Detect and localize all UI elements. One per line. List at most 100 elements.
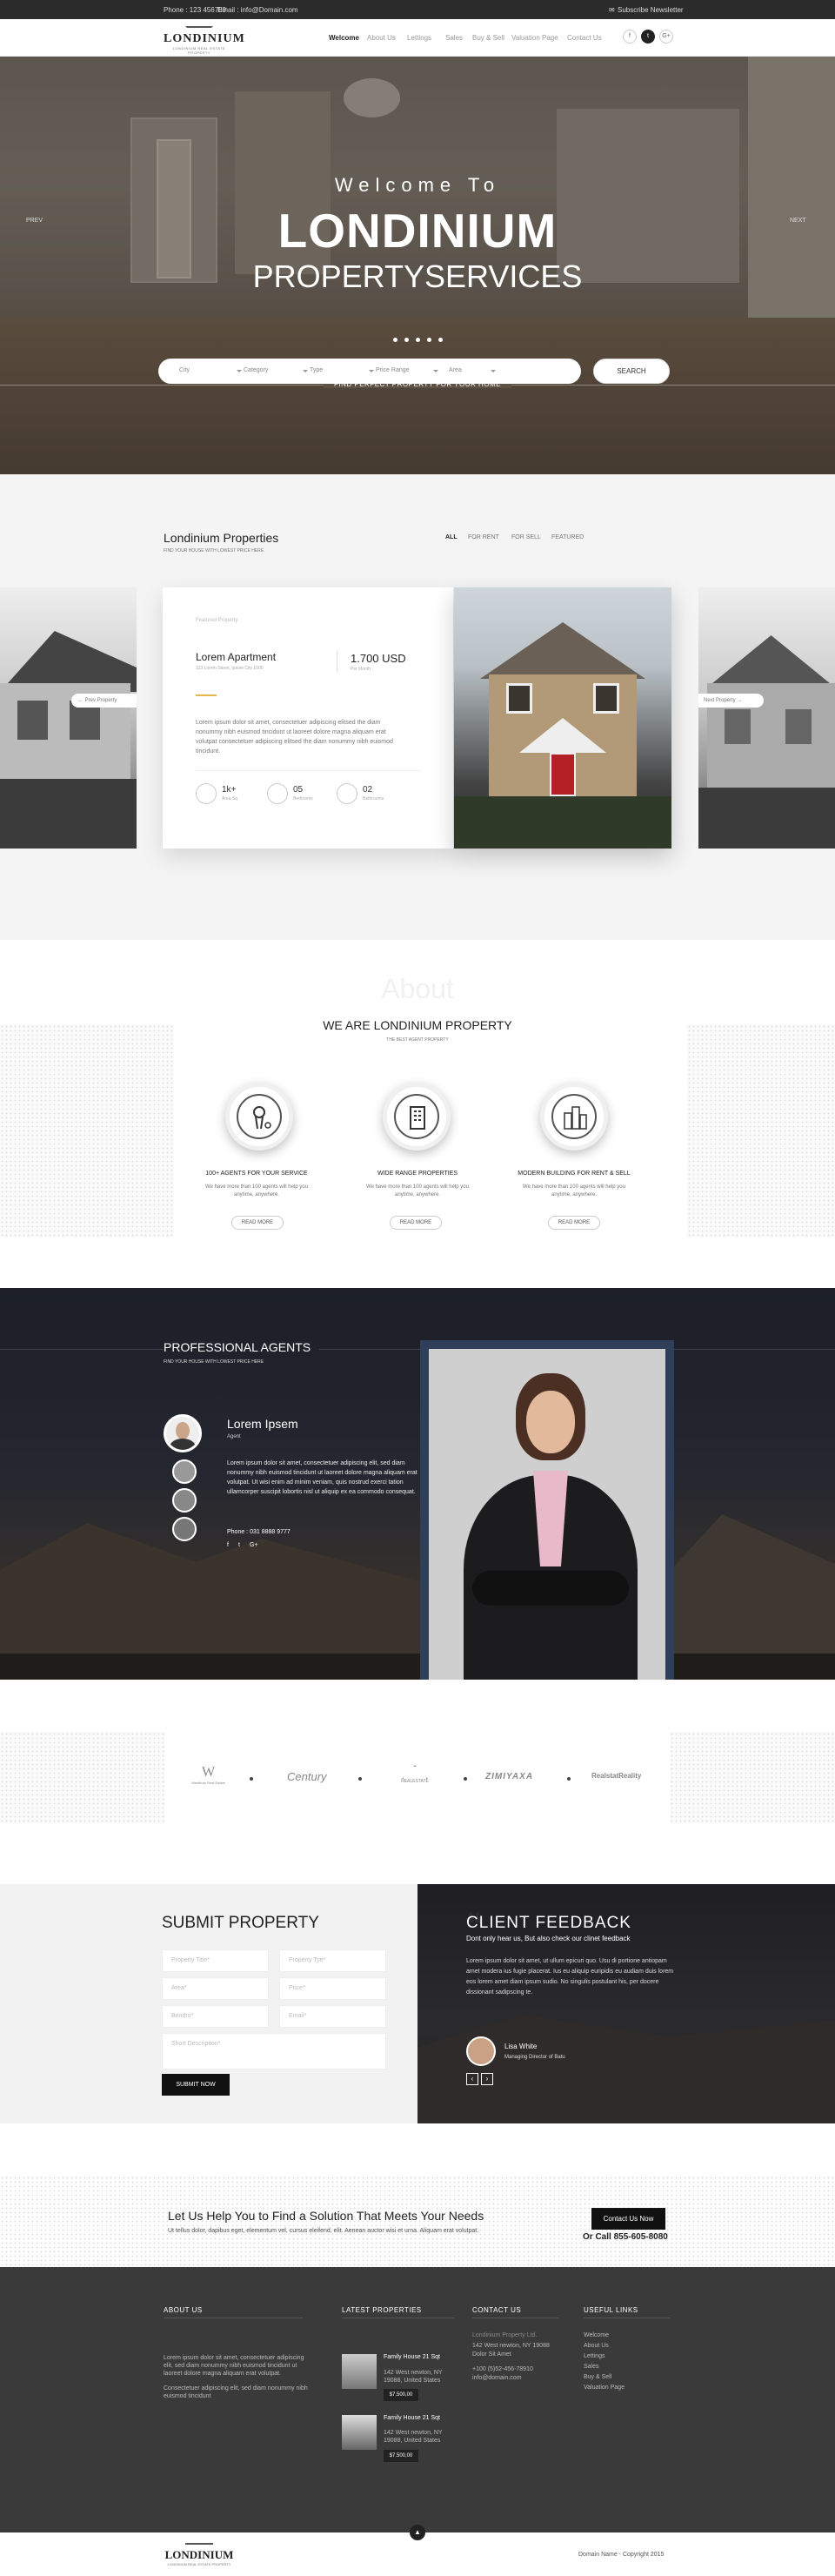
partner-separator xyxy=(250,1777,253,1781)
footer-latest-title: LATEST PROPERTIES xyxy=(342,2306,422,2314)
partners-pattern-right xyxy=(670,1732,835,1823)
twitter-icon[interactable]: t xyxy=(641,30,655,44)
partner-name-westbury: Westbury Real Estate xyxy=(191,1781,225,1785)
logo-tagline: LONDINIUM REAL ESTATE PROPERTY xyxy=(172,46,226,55)
about-section: About WE ARE LONDINIUM PROPERTY THE BEST… xyxy=(0,940,835,1288)
agent-avatar-active[interactable] xyxy=(164,1414,202,1452)
search-button[interactable]: SEARCH xyxy=(593,359,670,384)
partner-logo-realstat[interactable]: RealstatReality xyxy=(591,1772,641,1780)
latest-property-2-name[interactable]: Family House 21 Sqt xyxy=(384,2415,440,2421)
partner-logo-realestate[interactable]: REALESTATE xyxy=(393,1765,437,1784)
filter-rent[interactable]: FOR RENT xyxy=(468,534,499,540)
about-subtitle: THE BEST AGENT PROPERTY xyxy=(386,1037,449,1043)
client-name: Lisa White xyxy=(504,2043,538,2050)
property-title-input[interactable]: Property Title* xyxy=(162,1949,269,1972)
partner-logo-zimiyaxa[interactable]: ZIMIYAXA xyxy=(485,1772,533,1781)
latest-property-1-name[interactable]: Family House 21 Sqt xyxy=(384,2354,440,2360)
search-area[interactable]: Area xyxy=(449,367,462,373)
agent-google-icon[interactable]: G+ xyxy=(250,1542,258,1548)
bedrooms-input[interactable]: Bendro* xyxy=(162,2005,269,2028)
feature-1-text: We have more than 100 agents will help y… xyxy=(205,1184,308,1197)
nav-sales[interactable]: Sales xyxy=(445,34,463,42)
next-property-image[interactable] xyxy=(698,587,835,849)
facebook-icon[interactable]: f xyxy=(623,30,637,44)
google-plus-icon[interactable]: G+ xyxy=(659,30,673,44)
feedback-next-button[interactable]: › xyxy=(481,2073,493,2085)
search-category[interactable]: Category xyxy=(244,367,268,373)
chevron-down-icon xyxy=(491,370,496,372)
footer-about-text: Lorem ipsum dolor sit amet, consectetuer… xyxy=(164,2355,304,2377)
search-type[interactable]: Type xyxy=(310,367,323,373)
partner-separator xyxy=(567,1777,571,1781)
slider-dots[interactable] xyxy=(0,338,835,342)
footer-link-sales[interactable]: Sales xyxy=(584,2364,599,2370)
property-name[interactable]: Lorem Apartment xyxy=(196,651,276,663)
topbar-email[interactable]: Email : info@Domain.com xyxy=(217,6,298,14)
search-price[interactable]: Price Range xyxy=(376,367,410,373)
hero-next[interactable]: NEXT xyxy=(790,218,806,224)
latest-property-2-image[interactable] xyxy=(342,2415,377,2450)
partner-logo-westbury[interactable]: W Westbury Real Estate xyxy=(184,1765,232,1785)
feature-1-read-more[interactable]: READ MORE xyxy=(231,1216,284,1230)
feature-2-read-more[interactable]: READ MORE xyxy=(390,1216,442,1230)
contact-us-button[interactable]: Contact Us Now xyxy=(591,2208,665,2230)
footer-logo[interactable]: LONDINIUM LONDINIUM REAL ESTATE PROPERTY xyxy=(164,2543,235,2566)
filter-featured[interactable]: FEATURED xyxy=(551,534,584,540)
footer-link-buy-sell[interactable]: Buy & Sell xyxy=(584,2374,611,2380)
feature-3-text: We have more than 100 agents will help y… xyxy=(523,1184,625,1197)
partner-logo-century[interactable]: Century xyxy=(287,1770,327,1783)
featured-property-image[interactable] xyxy=(454,587,671,849)
stats-divider xyxy=(196,770,420,771)
nav-lettings[interactable]: Lettings xyxy=(407,34,431,42)
back-to-top-button[interactable]: ▲ xyxy=(410,2525,425,2540)
agent-bio: Lorem ipsum dolor sit amet, consectetuer… xyxy=(227,1460,418,1495)
submit-button[interactable]: SUBMIT NOW xyxy=(162,2074,230,2096)
contact-address-2: Dolor Sit Amet xyxy=(472,2351,511,2358)
hero-subtitle: PROPERTYSERVICES xyxy=(252,258,583,294)
area-input[interactable]: Area* xyxy=(162,1977,269,2000)
footer-link-about[interactable]: About Us xyxy=(584,2343,609,2349)
contact-phone: +100 (5)52-456-78910 xyxy=(472,2366,533,2372)
footer-link-valuation[interactable]: Valuation Page xyxy=(584,2385,625,2391)
agent-avatar-2[interactable] xyxy=(172,1459,197,1484)
property-type-input[interactable]: Property Tye* xyxy=(279,1949,386,1972)
property-description: Lorem ipsum dolor sit amet, consectetuer… xyxy=(196,720,393,755)
search-city[interactable]: City xyxy=(179,367,190,373)
agent-role: Agent xyxy=(227,1434,241,1439)
description-textarea[interactable]: Short Description* xyxy=(162,2033,386,2070)
latest-property-1-image[interactable] xyxy=(342,2354,377,2389)
next-property-button[interactable]: Next Property → xyxy=(698,694,764,708)
nav-valuation[interactable]: Valuation Page xyxy=(511,34,558,42)
feedback-bg-house xyxy=(418,2015,835,2123)
agent-avatar-4[interactable] xyxy=(172,1517,197,1541)
about-watermark: About xyxy=(381,973,454,1004)
agents-feature-icon xyxy=(225,1083,293,1150)
nav-buy-sell[interactable]: Buy & Sell xyxy=(472,34,504,42)
client-avatar xyxy=(466,2036,496,2066)
agent-avatar-3[interactable] xyxy=(172,1488,197,1513)
nav-about[interactable]: About Us xyxy=(367,34,396,42)
contact-email[interactable]: info@domain.com xyxy=(472,2375,522,2381)
hero-welcome: Welcome To xyxy=(334,174,501,196)
filter-all[interactable]: ALL xyxy=(445,534,458,540)
newsletter-link[interactable]: Subscribe Newsletter xyxy=(618,6,684,14)
prev-property-image[interactable] xyxy=(0,587,137,849)
partners-section: W Westbury Real Estate Century REALESTATE… xyxy=(0,1732,835,1823)
feedback-prev-button[interactable]: ‹ xyxy=(466,2073,478,2085)
footer-link-welcome[interactable]: Welcome xyxy=(584,2332,609,2338)
feature-3-read-more[interactable]: READ MORE xyxy=(548,1216,600,1230)
arrow-left-icon: ← xyxy=(78,698,84,703)
price-input[interactable]: Price* xyxy=(279,1977,386,2000)
logo[interactable]: LONDINIUM LONDINIUM REAL ESTATE PROPERTY xyxy=(164,26,244,55)
email-input[interactable]: Email* xyxy=(279,2005,386,2028)
prev-property-button[interactable]: ← Prev Property xyxy=(71,694,137,708)
footer-link-lettings[interactable]: Lettings xyxy=(584,2353,605,2359)
filter-sell[interactable]: FOR SELL xyxy=(511,534,541,540)
agent-twitter-icon[interactable]: t xyxy=(238,1542,240,1548)
nav-contact[interactable]: Contact Us xyxy=(567,34,602,42)
nav-welcome[interactable]: Welcome xyxy=(329,34,359,42)
hero-prev[interactable]: PREV xyxy=(26,218,43,224)
agent-facebook-icon[interactable]: f xyxy=(227,1542,229,1548)
property-price: 1.700 USD xyxy=(351,652,406,665)
copyright: Domain Name - Copyright 2015 xyxy=(578,2552,665,2558)
